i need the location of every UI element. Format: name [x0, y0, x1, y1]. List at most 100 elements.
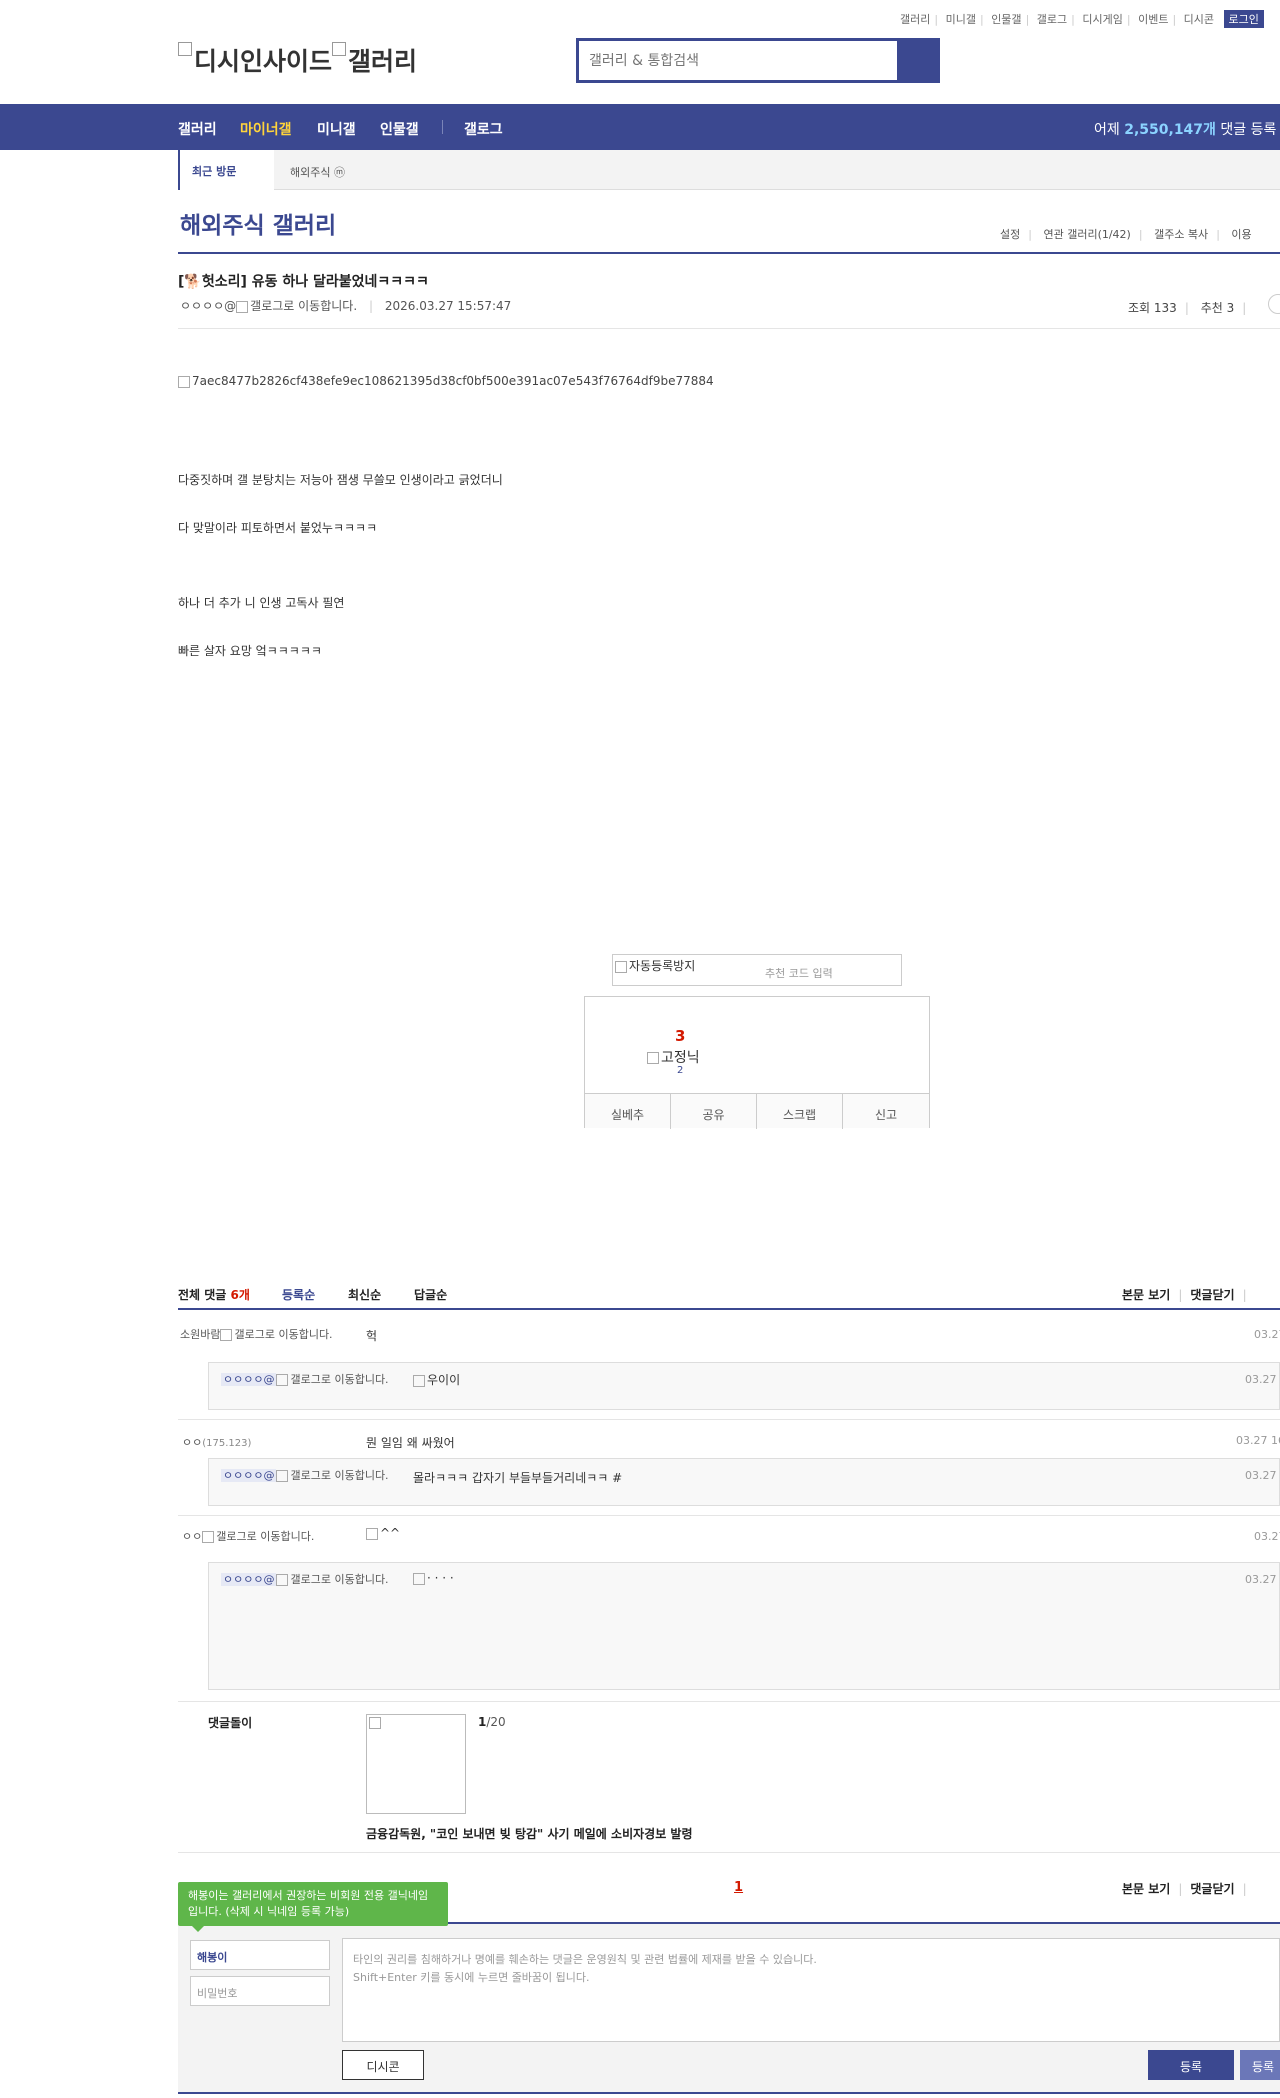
view-post-button[interactable]: 본문 보기: [1122, 1288, 1170, 1302]
nav-person-gallery[interactable]: 인물갤: [380, 119, 419, 139]
top-link-game[interactable]: 디시게임: [1082, 13, 1122, 26]
post-datetime: 2026.03.27 15:57:47: [384, 299, 512, 313]
divider: [178, 328, 1280, 329]
divider: [178, 2092, 1280, 2094]
comment-text: 헉: [366, 1329, 378, 1343]
recent-visit-label[interactable]: 최근 방문: [178, 150, 274, 190]
reply-date: 03.27: [1245, 1573, 1277, 1586]
gallery-usage-link[interactable]: 이용: [1231, 228, 1251, 241]
comment-bot-label: 댓글돌이: [208, 1716, 253, 1730]
more-options-button[interactable]: [1268, 294, 1280, 314]
yesterday-comment-count: 어제 2,550,147개 댓글 등록: [1094, 122, 1277, 138]
close-comments-button[interactable]: 댓글닫기: [1190, 1882, 1234, 1896]
comment-bot-image[interactable]: [366, 1714, 466, 1814]
comment-toggles-bottom: 본문 보기 | 댓글닫기 |: [1122, 1882, 1247, 1896]
recommend-actions: 실베추 공유 스크랩 신고: [585, 1093, 929, 1129]
gallog-icon[interactable]: [276, 1374, 289, 1386]
post-author[interactable]: ㅇㅇㅇㅇ@: [180, 299, 236, 313]
broken-image-icon: [369, 1717, 381, 1729]
fixed-nick-image: 고정닉: [647, 1047, 700, 1067]
comment-text: 뭔 일임 왜 싸웠어: [366, 1436, 455, 1450]
gallog-icon[interactable]: [276, 1574, 289, 1586]
gallery-links: 설정 | 연관 갤러리(1/42) | 갤주소 복사 | 이용: [1000, 228, 1252, 241]
gallery-settings-link[interactable]: 설정: [1000, 228, 1020, 241]
reply-author[interactable]: ㅇㅇㅇㅇ@ 갤로그로 이동합니다.: [221, 1573, 389, 1586]
login-button[interactable]: 로그인: [1223, 10, 1264, 28]
nickname-tooltip: 해봉이는 갤러리에서 권장하는 비회원 전용 갤닉네임입니다. (삭제 시 닉네…: [178, 1882, 448, 1932]
post-body-line: 다중짓하며 갤 분탕치는 저능아 잼생 무쓸모 인생이라고 긁었더니: [178, 473, 503, 487]
comment-author[interactable]: 소원바람 갤로그로 이동합니다.: [180, 1328, 333, 1341]
dccon-button[interactable]: 디시콘: [342, 2050, 424, 2080]
recommend-count: 추천 3: [1200, 301, 1235, 315]
reply-text: 우이이: [413, 1371, 460, 1388]
close-comments-button[interactable]: 댓글닫기: [1190, 1288, 1234, 1302]
comment-date: 03.27: [1254, 1328, 1280, 1341]
view-post-button[interactable]: 본문 보기: [1122, 1882, 1170, 1896]
comment-text: ^^: [366, 1526, 400, 1540]
main-nav: 갤러리 마이너갤 미니갤 인물갤 갤로그 어제 2,550,147개 댓글 등록: [0, 104, 1280, 150]
search-input[interactable]: [579, 41, 897, 80]
recommend-box: 3 고정닉 2 실베추 공유 스크랩 신고: [584, 996, 930, 1129]
comment-date: 03.27 16: [1236, 1434, 1280, 1447]
gallog-icon-alt: 갤로그로 이동합니다.: [250, 299, 358, 313]
sort-registered[interactable]: 등록순: [282, 1286, 315, 1303]
gallog-icon[interactable]: [276, 1470, 289, 1482]
post-info: ㅇㅇㅇㅇ@ 갤로그로 이동합니다. | 2026.03.27 15:57:47: [180, 299, 512, 313]
nickname-field[interactable]: 해봉이: [190, 1940, 330, 1970]
copy-gallery-address-link[interactable]: 갤주소 복사: [1154, 228, 1208, 241]
nav-minor-gallery[interactable]: 마이너갤: [240, 119, 292, 139]
reply-author[interactable]: ㅇㅇㅇㅇ@ 갤로그로 이동합니다.: [221, 1469, 389, 1482]
gallery-title[interactable]: 해외주식 갤러리: [180, 206, 336, 240]
comment-author[interactable]: ㅇㅇ(175.123): [182, 1436, 251, 1450]
gallog-icon[interactable]: [236, 300, 249, 313]
view-count: 조회 133: [1128, 301, 1177, 315]
broken-image-icon: [615, 960, 627, 973]
top-link-gallog[interactable]: 갤로그: [1037, 13, 1067, 26]
captcha-box: 자동등록방지 추천 코드 입력: [612, 954, 902, 986]
gallog-icon[interactable]: [202, 1531, 215, 1543]
reply-author[interactable]: ㅇㅇㅇㅇ@ 갤로그로 이동합니다.: [221, 1373, 389, 1386]
post-body-line: 다 맞말이라 피토하면서 붙었누ㅋㅋㅋㅋ: [178, 521, 378, 535]
related-gallery-link[interactable]: 연관 갤러리(1/42): [1043, 228, 1130, 241]
comment-date: 03.27: [1254, 1530, 1280, 1543]
post-image: 7aec8477b2826cf438efe9ec108621395d38cf0b…: [178, 374, 714, 388]
top-link-dccon[interactable]: 디시콘: [1184, 13, 1214, 26]
nav-gallog[interactable]: 갤로그: [464, 119, 503, 139]
comment-author[interactable]: ㅇㅇ 갤로그로 이동합니다.: [182, 1530, 314, 1543]
silbe-recommend-button[interactable]: 실베추: [585, 1094, 671, 1129]
report-button[interactable]: 신고: [843, 1094, 929, 1129]
divider: [178, 1852, 1280, 1853]
comments-header: 전체 댓글 6개 등록순 최신순 답글순: [178, 1286, 1280, 1303]
nav-mini-gallery[interactable]: 미니갤: [317, 119, 356, 139]
top-link-mini[interactable]: 미니갤: [946, 13, 976, 26]
reply-item: ㅇㅇㅇㅇ@ 갤로그로 이동합니다. 몰라ㅋㅋㅋ 갑자기 부들부들거리네ㅋㅋ # 0…: [208, 1458, 1280, 1506]
captcha-image: 자동등록방지: [615, 957, 695, 974]
comment-toggles: 본문 보기 | 댓글닫기 |: [1122, 1288, 1247, 1302]
nav-gallery[interactable]: 갤러리: [178, 119, 217, 139]
comment-page-1[interactable]: 1: [734, 1880, 743, 1895]
sort-replies[interactable]: 답글순: [414, 1286, 447, 1303]
password-field[interactable]: 비밀번호: [190, 1976, 330, 2006]
site-logo[interactable]: 디시인사이드 갤러리: [178, 42, 417, 78]
comment-bot-news-link[interactable]: 금융감독원, "코인 보내면 빚 탕감" 사기 메일에 소비자경보 발령: [366, 1825, 693, 1842]
recommend-number: 3: [675, 1027, 686, 1045]
broken-image-icon: [413, 1572, 425, 1585]
comments-label: 전체 댓글: [178, 1288, 227, 1302]
search-box: [576, 38, 940, 83]
top-link-person[interactable]: 인물갤: [991, 13, 1021, 26]
reply-item: ㅇㅇㅇㅇ@ 갤로그로 이동합니다. · · · · 03.27: [208, 1562, 1280, 1690]
comment-textarea[interactable]: 타인의 권리를 침해하거나 명예를 훼손하는 댓글은 운영원칙 및 관련 법률에…: [342, 1938, 1280, 2042]
sort-latest[interactable]: 최신순: [348, 1286, 381, 1303]
submit-recommend-button[interactable]: 등록: [1240, 2050, 1280, 2080]
share-button[interactable]: 공유: [671, 1094, 757, 1129]
submit-comment-button[interactable]: 등록: [1148, 2050, 1234, 2080]
recent-visit-item[interactable]: 해외주식 ⓜ: [290, 164, 345, 180]
scrap-button[interactable]: 스크랩: [757, 1094, 843, 1129]
broken-image-icon: [647, 1052, 659, 1064]
broken-image-icon: [413, 1374, 425, 1387]
captcha-input[interactable]: 추천 코드 입력: [765, 965, 833, 981]
top-link-gallery[interactable]: 갤러리: [900, 13, 930, 26]
gallog-icon[interactable]: [220, 1329, 233, 1341]
broken-image-icon: [332, 42, 347, 56]
top-link-event[interactable]: 이벤트: [1138, 13, 1168, 26]
